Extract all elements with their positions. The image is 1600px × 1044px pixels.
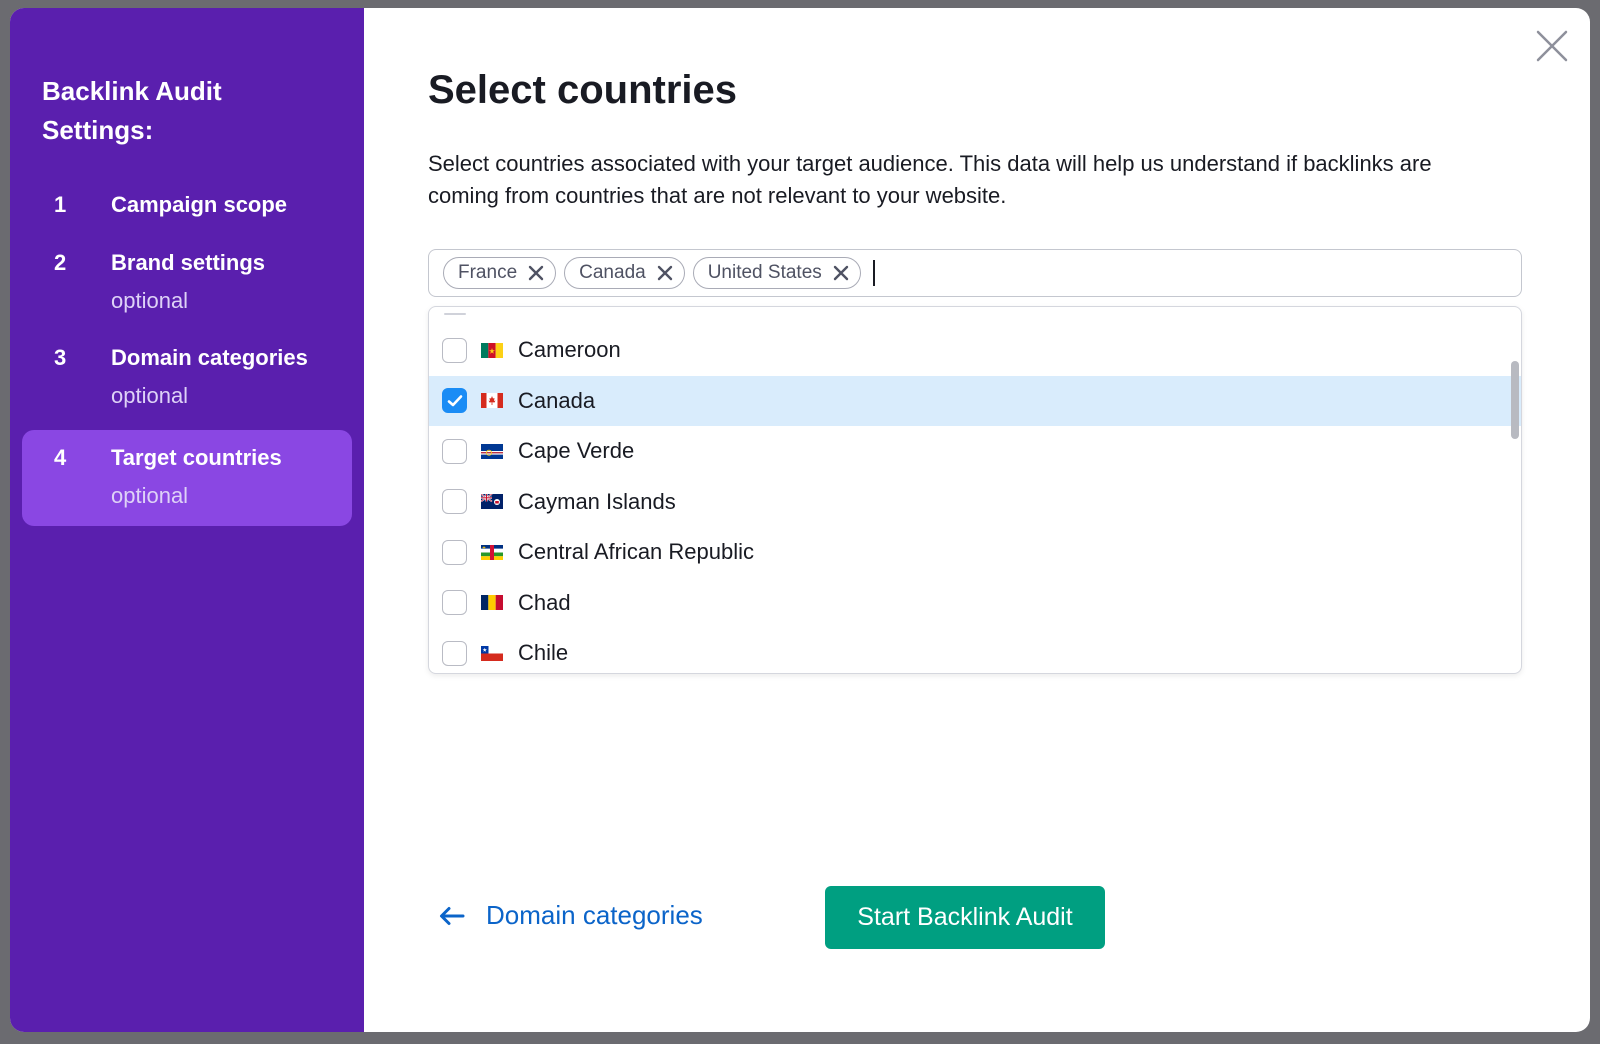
checkmark-icon [447,394,462,407]
selected-tag-france: France [443,257,557,289]
option-list: Cameroon Canada Cape Verde Cayman Island… [429,325,1521,673]
page-description: Select countries associated with your ta… [428,151,1432,208]
step-optional-label: optional [111,383,189,408]
option-checkbox[interactable] [442,640,467,666]
cameroon-flag-icon [481,342,503,358]
option-label: Central African Republic [518,539,755,565]
step-number: 1 [54,192,67,217]
option-label: Cameroon [518,337,621,363]
option-cameroon[interactable]: Cameroon [429,325,1521,376]
option-cayman-islands[interactable]: Cayman Islands [429,477,1521,528]
option-checkbox-checked[interactable] [442,388,467,414]
option-checkbox[interactable] [442,337,467,363]
step-label: Brand settings [111,250,266,275]
option-label: Chile [518,640,569,666]
option-chad[interactable]: Chad [429,578,1521,629]
option-label: Cape Verde [518,438,635,464]
tag-label: Canada [579,262,646,283]
central-african-republic-flag-icon [481,544,503,560]
option-checkbox[interactable] [442,489,467,515]
step-campaign-scope[interactable]: 1 Campaign scope [22,184,352,240]
main-panel: Select countries Select countries associ… [364,8,1590,1032]
backlink-audit-settings-modal: Backlink Audit Settings: 1 Campaign scop… [10,8,1590,1032]
step-target-countries[interactable]: 4 Target countries optional [22,430,352,526]
step-domain-categories[interactable]: 3 Domain categories optional [22,335,352,430]
back-link-label: Domain categories [486,900,703,930]
arrow-left-icon [440,906,465,925]
canada-flag-icon [481,393,503,409]
settings-sidebar: Backlink Audit Settings: 1 Campaign scop… [10,8,364,1032]
remove-tag-icon[interactable] [527,264,545,282]
remove-tag-icon[interactable] [832,264,850,282]
option-label: Canada [518,387,596,413]
page-title: Select countries [428,68,738,112]
step-number: 3 [54,345,67,370]
dropdown-scrollbar[interactable] [1511,361,1519,439]
steps-list: 1 Campaign scope 2 Brand settings option… [10,184,364,526]
step-label: Domain categories [111,345,308,370]
start-backlink-audit-button[interactable]: Start Backlink Audit [825,886,1105,949]
selected-tag-united-states: United States [692,257,861,289]
option-canada[interactable]: Canada [429,375,1521,426]
step-label: Campaign scope [111,192,288,217]
remove-tag-icon[interactable] [656,264,674,282]
option-chile[interactable]: Chile [429,628,1521,673]
chile-flag-icon [481,645,503,661]
chad-flag-icon [481,595,503,611]
option-label: Chad [518,589,571,615]
step-number: 2 [54,250,67,275]
country-tag-input[interactable]: France Canada United States [428,249,1522,297]
option-checkbox[interactable] [442,539,467,565]
step-brand-settings[interactable]: 2 Brand settings optional [22,240,352,335]
cape-verde-flag-icon [481,443,503,459]
option-checkbox[interactable] [442,438,467,464]
step-optional-label: optional [111,288,189,313]
step-number: 4 [54,445,67,470]
option-label: Cayman Islands [518,488,676,514]
close-icon [1536,30,1568,62]
step-label: Target countries [111,445,282,470]
option-central-african-republic[interactable]: Central African Republic [429,527,1521,578]
partially-hidden-option [444,313,466,315]
option-cape-verde[interactable]: Cape Verde [429,426,1521,477]
back-to-domain-categories-link[interactable]: Domain categories [438,900,703,931]
sidebar-title: Backlink Audit Settings: [42,76,222,145]
selected-tag-canada: Canada [564,257,685,289]
step-optional-label: optional [111,483,189,508]
country-dropdown-list[interactable]: Cameroon Canada Cape Verde Cayman Island… [428,306,1522,674]
cayman-islands-flag-icon [481,494,503,510]
option-checkbox[interactable] [442,590,467,616]
tag-label: United States [707,262,822,283]
tag-label: France [458,262,518,283]
close-button[interactable] [1534,28,1570,64]
text-caret [872,260,875,286]
